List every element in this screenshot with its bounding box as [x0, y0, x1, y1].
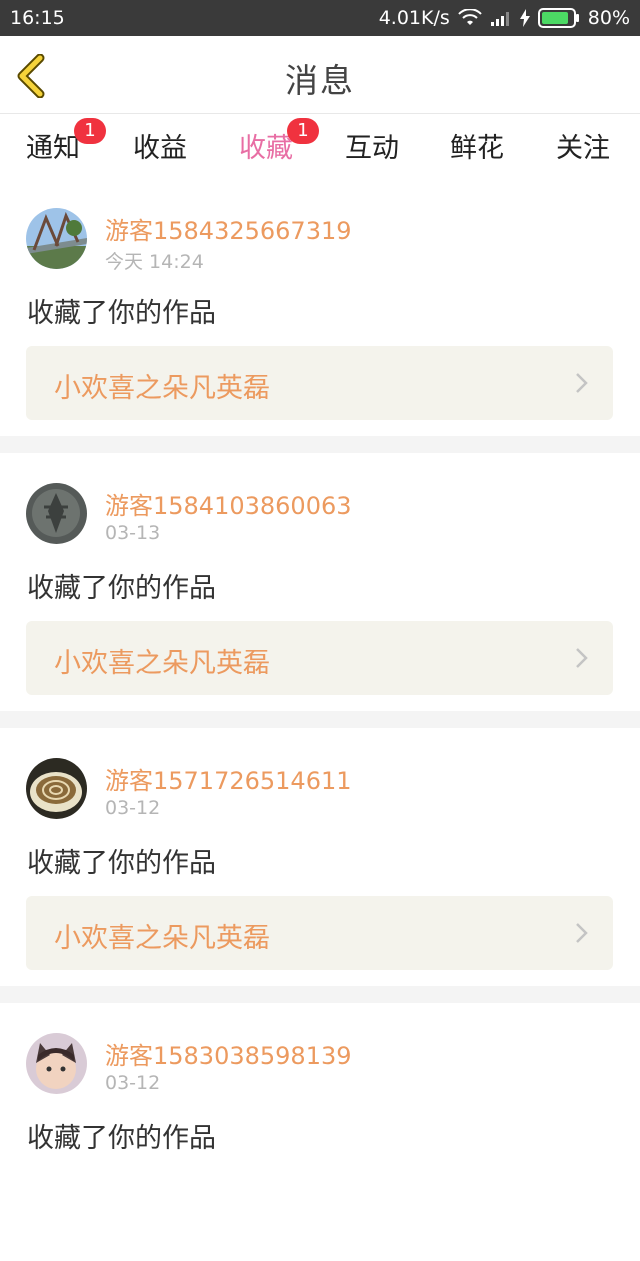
avatar[interactable]	[26, 758, 87, 819]
tab-earnings[interactable]: 收益	[133, 126, 187, 165]
nav-header: 消息	[0, 36, 640, 114]
message-text: 收藏了你的作品	[27, 848, 216, 879]
status-time: 16:15	[10, 7, 65, 29]
tab-label: 收藏	[239, 133, 293, 164]
unread-badge: 1	[74, 118, 106, 144]
tab-label: 通知	[26, 133, 80, 164]
message-time: 今天 14:24	[105, 251, 204, 273]
divider	[0, 436, 640, 453]
divider	[0, 986, 640, 1003]
user-name[interactable]: 游客1584103860063	[105, 486, 352, 521]
message-time: 03-13	[105, 522, 161, 544]
chevron-right-icon	[576, 373, 588, 393]
status-right: 4.01K/s 80%	[379, 7, 630, 29]
tab-flowers[interactable]: 鲜花	[450, 126, 504, 165]
chevron-right-icon	[576, 923, 588, 943]
battery-icon	[537, 8, 580, 28]
work-link-card[interactable]: 小欢喜之朵凡英磊	[26, 621, 613, 695]
signal-icon	[490, 12, 509, 26]
user-name[interactable]: 游客1583038598139	[105, 1036, 352, 1071]
tab-label: 收益	[133, 133, 187, 164]
tab-label: 关注	[556, 133, 610, 164]
network-speed: 4.01K/s	[378, 7, 450, 29]
chevron-right-icon	[576, 648, 588, 668]
tab-label: 互动	[345, 133, 399, 164]
work-link-card[interactable]: 小欢喜之朵凡英磊	[26, 896, 613, 970]
tab-bar: 通知 1 收益 收藏 1 互动 鲜花 关注	[0, 114, 640, 185]
message-text: 收藏了你的作品	[27, 573, 216, 604]
tab-label: 鲜花	[450, 133, 504, 164]
work-title: 小欢喜之朵凡英磊	[54, 373, 270, 404]
list-item: 游客1571726514611 03-12 收藏了你的作品 小欢喜之朵凡英磊	[0, 728, 640, 986]
unread-badge: 1	[287, 118, 319, 144]
page-title: 消息	[285, 61, 355, 100]
tab-favorites[interactable]: 收藏 1	[239, 118, 319, 185]
list-item: 游客1583038598139 03-12 收藏了你的作品	[0, 1003, 640, 1261]
divider	[0, 711, 640, 728]
tab-follows[interactable]: 关注	[556, 126, 610, 165]
status-bar: 16:15 4.01K/s 80%	[0, 0, 640, 36]
message-text: 收藏了你的作品	[27, 298, 216, 329]
battery-percent: 80%	[587, 7, 630, 29]
wifi-icon	[458, 9, 482, 25]
user-name[interactable]: 游客1571726514611	[105, 761, 352, 796]
list-item: 游客1584103860063 03-13 收藏了你的作品 小欢喜之朵凡英磊	[0, 453, 640, 711]
tab-notifications[interactable]: 通知 1	[26, 118, 106, 165]
message-time: 03-12	[105, 797, 161, 819]
charging-icon	[519, 9, 530, 27]
work-link-card[interactable]: 小欢喜之朵凡英磊	[26, 346, 613, 420]
list-item: 游客1584325667319 今天 14:24 收藏了你的作品 小欢喜之朵凡英…	[0, 178, 640, 436]
message-time: 03-12	[105, 1072, 161, 1094]
user-name[interactable]: 游客1584325667319	[105, 211, 352, 246]
work-title: 小欢喜之朵凡英磊	[54, 923, 270, 954]
message-text: 收藏了你的作品	[27, 1123, 216, 1154]
avatar[interactable]	[26, 1033, 87, 1094]
avatar[interactable]	[26, 208, 87, 269]
work-title: 小欢喜之朵凡英磊	[54, 648, 270, 679]
tab-interactions[interactable]: 互动	[345, 126, 399, 165]
message-list: 游客1584325667319 今天 14:24 收藏了你的作品 小欢喜之朵凡英…	[0, 178, 640, 1261]
avatar[interactable]	[26, 483, 87, 544]
